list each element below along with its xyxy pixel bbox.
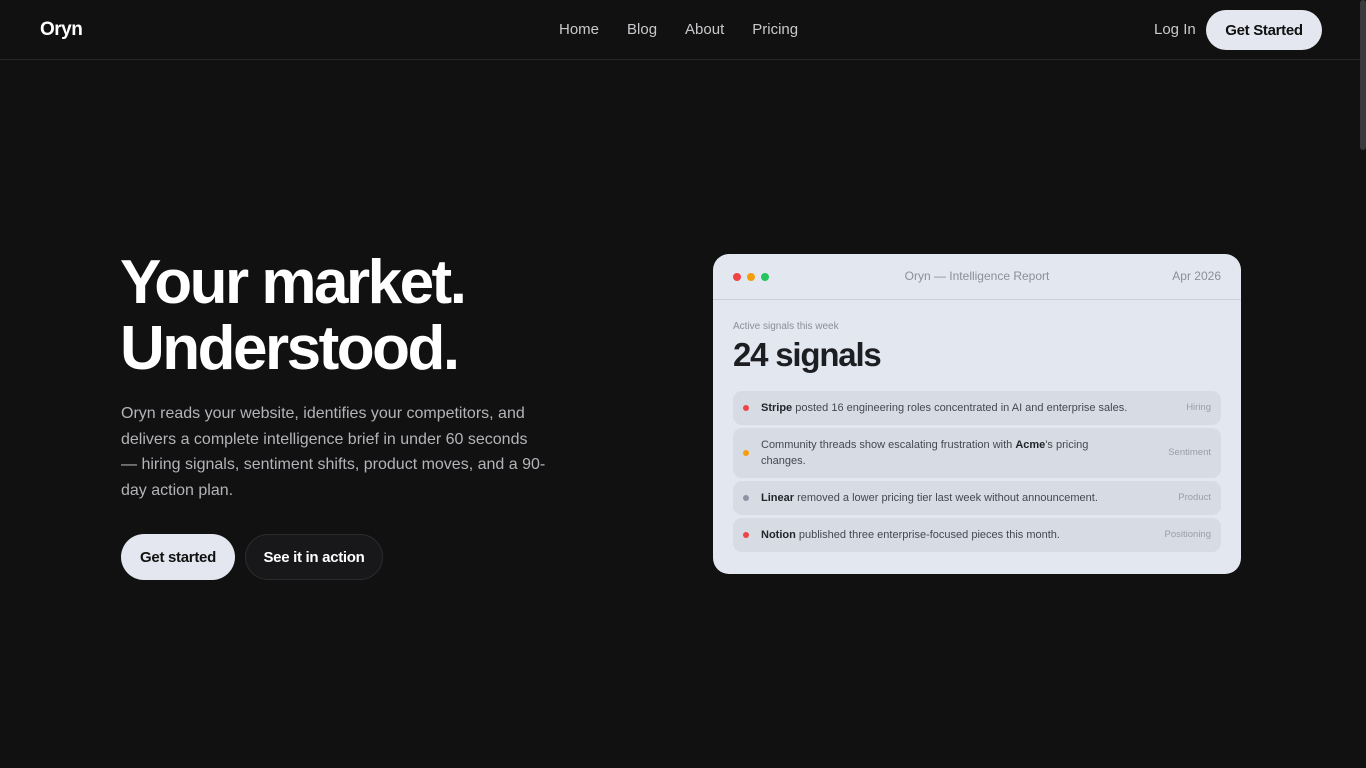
intelligence-report-card: Oryn — Intelligence Report Apr 2026 Acti… xyxy=(713,254,1241,574)
signal-text: Linear removed a lower pricing tier last… xyxy=(761,490,1161,506)
signal-tag: Positioning xyxy=(1164,529,1211,540)
report-window-header: Oryn — Intelligence Report Apr 2026 xyxy=(713,254,1241,300)
nav-links: Home Blog About Pricing xyxy=(559,21,826,38)
report-subtitle: Active signals this week xyxy=(733,321,839,332)
signal-text-rest: published three enterprise-focused piece… xyxy=(795,529,1060,541)
top-nav: Oryn Home Blog About Pricing Log In Get … xyxy=(0,0,1366,60)
signal-text-line-2: changes. xyxy=(761,455,806,467)
hero-description-line: day action plan. xyxy=(121,482,234,500)
hero-description-line: Oryn reads your website, identifies your… xyxy=(121,405,525,422)
nav-link-about[interactable]: About xyxy=(685,21,724,38)
hero-title-line-1: Your market. xyxy=(120,248,467,317)
signal-company: Acme xyxy=(1015,439,1046,451)
nav-link-home[interactable]: Home xyxy=(559,21,599,38)
see-it-in-action-button[interactable]: See it in action xyxy=(245,534,383,580)
login-link[interactable]: Log In xyxy=(1154,21,1196,38)
signal-dot-icon xyxy=(743,532,749,538)
hero-description-line: delivers a complete intelligence brief i… xyxy=(121,430,528,448)
signal-count: 24 signals xyxy=(733,336,882,373)
signal-company: Linear xyxy=(761,492,795,504)
scrollbar-thumb[interactable] xyxy=(1360,0,1366,150)
signal-text: Community threads show escalating frustr… xyxy=(761,437,1131,469)
signal-tag: Sentiment xyxy=(1168,447,1211,458)
signal-dot-icon xyxy=(743,405,749,411)
signal-text: Stripe posted 16 engineering roles conce… xyxy=(761,400,1161,416)
signal-company: Notion xyxy=(761,529,796,541)
signal-company: Stripe xyxy=(761,402,793,414)
logo[interactable]: Oryn xyxy=(40,19,83,41)
nav-link-pricing[interactable]: Pricing xyxy=(752,21,798,38)
report-title: Oryn — Intelligence Report xyxy=(904,269,1050,283)
signal-item[interactable]: Community threads show escalating frustr… xyxy=(733,428,1221,478)
signal-item[interactable]: Stripe posted 16 engineering roles conce… xyxy=(733,391,1221,425)
signal-tag: Hiring xyxy=(1186,402,1211,413)
nav-link-blog[interactable]: Blog xyxy=(627,21,657,38)
hero-title: Your market. Understood. xyxy=(120,248,467,383)
hero-description: Oryn reads your website, identifies your… xyxy=(121,401,546,504)
signal-dot-icon xyxy=(743,450,749,456)
signal-text-rest: 's pricing xyxy=(1045,439,1089,451)
hero-title-line-2: Understood. xyxy=(120,314,460,383)
get-started-nav-button[interactable]: Get Started xyxy=(1206,10,1322,50)
signal-tag: Product xyxy=(1178,492,1211,503)
get-started-button[interactable]: Get started xyxy=(121,534,235,580)
signal-text-rest: posted 16 engineering roles concentrated… xyxy=(792,402,1128,414)
signal-item[interactable]: Linear removed a lower pricing tier last… xyxy=(733,481,1221,515)
signal-text: Notion published three enterprise-focuse… xyxy=(761,527,1161,543)
signal-text-rest: removed a lower pricing tier last week w… xyxy=(794,492,1098,504)
signal-dot-icon xyxy=(743,495,749,501)
signal-text-start: Community threads show escalating frustr… xyxy=(761,439,1016,451)
signal-item[interactable]: Notion published three enterprise-focuse… xyxy=(733,518,1221,552)
report-date: Apr 2026 xyxy=(1172,269,1221,283)
hero-description-line: — hiring signals, sentiment shifts, prod… xyxy=(121,456,546,474)
